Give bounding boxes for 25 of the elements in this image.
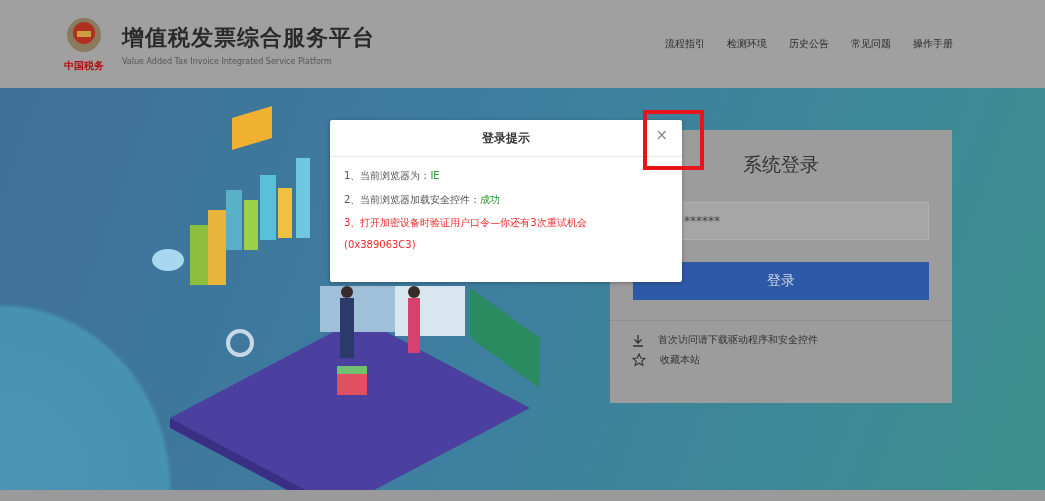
nav-link[interactable]: 历史公告 xyxy=(789,37,829,51)
nav-link[interactable]: 操作手册 xyxy=(913,37,953,51)
download-icon xyxy=(632,333,644,347)
logo-text: 中国税务 xyxy=(64,59,104,73)
status-message: 1、当前浏览器为：IE xyxy=(344,169,441,183)
nav-link[interactable]: 流程指引 xyxy=(665,37,705,51)
error-message: 3、打开加密设备时验证用户口令—你还有3次重试机会(0x389063C3) xyxy=(344,216,588,252)
site-title: 增值税发票综合服务平台 xyxy=(122,23,375,52)
status-message: 2、当前浏览器加载安全控件：成功 xyxy=(344,193,502,207)
bar-drawing xyxy=(190,225,208,285)
cloud-icon xyxy=(152,249,184,271)
panel-link[interactable]: 首次访问请下载驱动程序和安全控件 xyxy=(658,333,818,347)
panel-title: 系统登录 xyxy=(743,152,819,177)
site-subtitle: Value Added Tax Invoice Integrated Service Platform xyxy=(122,56,333,66)
bar-drawing xyxy=(244,200,258,250)
bar-drawing xyxy=(226,190,242,250)
close-button[interactable]: × xyxy=(653,126,670,144)
nav-link[interactable]: 常见问题 xyxy=(851,37,891,51)
panel-link[interactable]: 收藏本站 xyxy=(660,353,700,367)
bar-drawing xyxy=(278,188,292,238)
bar-drawing xyxy=(260,175,276,240)
star-icon xyxy=(632,353,646,367)
login-button[interactable]: 登录 xyxy=(633,262,929,300)
dialog-title: 登录提示 xyxy=(482,129,530,147)
nav-link[interactable]: 检测环境 xyxy=(727,37,767,51)
